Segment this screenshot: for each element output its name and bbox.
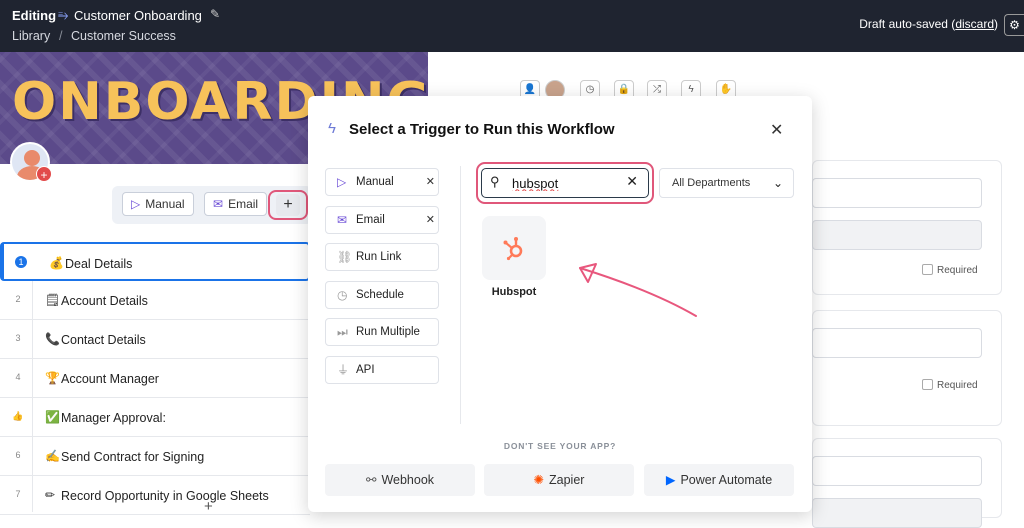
hubspot-icon <box>503 237 523 261</box>
trigger-type-run-link[interactable]: ⛓ Run Link <box>325 243 439 271</box>
steps-list: 1 💰 Deal Details 2 🗒 Account Details 3 📞 Conta… <box>0 242 310 515</box>
step-item[interactable]: 2 🗒 Account Details <box>0 281 310 320</box>
clock-icon: ◷ <box>337 287 348 302</box>
workflow-title[interactable]: Customer Onboarding <box>74 8 202 23</box>
step-item[interactable]: 1 💰 Deal Details <box>0 242 310 281</box>
app-search[interactable]: ⚲ ✕ <box>481 168 649 198</box>
remove-icon[interactable]: ✕ <box>426 169 435 195</box>
trigger-type-manual[interactable]: ▷ Manual ✕ <box>325 168 439 196</box>
chevron-down-icon: ⌄ <box>772 176 783 190</box>
step-item[interactable]: 👍 ✅ Manager Approval: <box>0 398 310 437</box>
editing-label: Editing <box>12 8 57 23</box>
power-automate-button[interactable]: ▶ Power Automate <box>644 464 794 496</box>
lightning-icon: ϟ <box>328 120 336 137</box>
mail-icon: ✉ <box>213 197 224 211</box>
field-input[interactable] <box>812 456 982 486</box>
trigger-type-list: ▷ Manual ✕ ✉ Email ✕ ⛓ Run Link ◷ Schedule ⏭ Ru… <box>325 168 439 393</box>
modal-title: Select a Trigger to Run this Workflow <box>349 121 615 138</box>
modal-divider <box>460 166 461 424</box>
avatar-plus-icon[interactable]: + <box>36 166 52 182</box>
step-item[interactable]: 4 🏆 Account Manager <box>0 359 310 398</box>
app-name-hubspot[interactable]: Hubspot <box>482 286 546 298</box>
fast-forward-icon: ⏭ <box>337 325 348 339</box>
breadcrumb-customer-success[interactable]: Customer Success <box>71 29 176 43</box>
field-input[interactable] <box>812 178 982 208</box>
power-automate-icon: ▶ <box>665 473 676 487</box>
trigger-type-schedule[interactable]: ◷ Schedule <box>325 280 439 309</box>
clear-search-icon[interactable]: ✕ <box>626 173 638 190</box>
field-input[interactable] <box>812 498 982 528</box>
required-checkbox[interactable]: Required <box>922 264 978 276</box>
top-bar: Editing ⥱ Customer Onboarding ✎ Library … <box>0 0 1024 52</box>
step-item[interactable]: 3 📞 Contact Details <box>0 320 310 359</box>
annotation-arrow <box>579 263 697 317</box>
settings-gear-icon[interactable]: ⚙ <box>1004 14 1024 36</box>
step-item[interactable]: 7 ✏ Record Opportunity in Google Sheets <box>0 476 310 515</box>
mail-icon: ✉ <box>337 212 348 227</box>
draft-status: Draft auto-saved (discard) <box>859 17 998 31</box>
trigger-type-run-multiple[interactable]: ⏭ Run Multiple <box>325 318 439 346</box>
zapier-icon: ✺ <box>533 473 545 487</box>
required-checkbox[interactable]: Required <box>922 379 978 391</box>
email-trigger-button[interactable]: ✉ Email <box>204 192 268 216</box>
plug-icon: ⏚ <box>337 362 350 377</box>
zapier-button[interactable]: ✺ Zapier <box>484 464 634 496</box>
dont-see-app-label: DON'T SEE YOUR APP? <box>503 441 617 451</box>
workflow-icon: ⥱ <box>58 7 69 22</box>
breadcrumb-separator: / <box>59 29 63 43</box>
play-icon: ▷ <box>131 197 141 211</box>
trigger-modal: ϟ Select a Trigger to Run this Workflow … <box>308 96 812 512</box>
webhook-icon: ⚯ <box>365 473 377 487</box>
discard-link[interactable]: discard <box>955 17 994 31</box>
breadcrumb-library[interactable]: Library <box>12 29 50 43</box>
remove-icon[interactable]: ✕ <box>426 207 435 233</box>
edit-title-icon[interactable]: ✎ <box>210 7 220 21</box>
search-icon: ⚲ <box>490 174 500 189</box>
field-input[interactable] <box>812 328 982 358</box>
manual-trigger-button[interactable]: ▷ Manual <box>122 192 194 216</box>
department-select[interactable]: All Departments ⌄ <box>659 168 794 198</box>
app-tile-hubspot[interactable] <box>482 216 546 280</box>
webhook-button[interactable]: ⚯ Webhook <box>325 464 475 496</box>
close-icon[interactable]: ✕ <box>770 120 783 140</box>
add-step-icon[interactable]: + <box>204 498 213 515</box>
step-item[interactable]: 6 ✍ Send Contract for Signing <box>0 437 310 476</box>
trigger-type-api[interactable]: ⏚ API <box>325 355 439 384</box>
add-trigger-button[interactable]: + <box>276 194 300 216</box>
play-icon: ▷ <box>337 175 347 189</box>
trigger-type-email[interactable]: ✉ Email ✕ <box>325 205 439 234</box>
field-input[interactable] <box>812 220 982 250</box>
search-input[interactable] <box>512 174 622 192</box>
link-icon: ⛓ <box>337 250 353 264</box>
